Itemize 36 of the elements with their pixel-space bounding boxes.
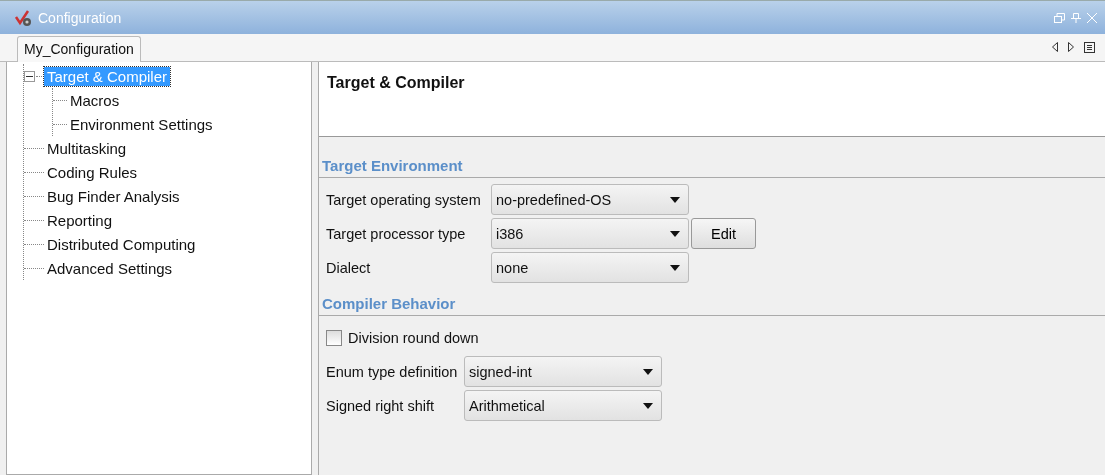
edit-button[interactable]: Edit bbox=[691, 218, 756, 249]
section-heading: Target Environment bbox=[322, 157, 463, 174]
tree-item[interactable]: Reporting bbox=[44, 210, 116, 230]
left-arrow-icon[interactable] bbox=[1052, 42, 1058, 52]
tab[interactable]: My_Configuration bbox=[17, 36, 141, 62]
right-arrow-icon[interactable] bbox=[1068, 42, 1074, 52]
caret-icon bbox=[643, 402, 653, 409]
dropdown[interactable]: Arithmetical bbox=[464, 390, 662, 421]
dropdown[interactable]: i386 bbox=[491, 218, 689, 249]
field-label: Signed right shift bbox=[326, 397, 435, 414]
section-heading: Compiler Behavior bbox=[322, 295, 456, 312]
caret-icon bbox=[643, 368, 653, 375]
window-title: Configuration bbox=[38, 9, 123, 26]
tree-item[interactable]: Distributed Computing bbox=[44, 234, 199, 254]
tree-item[interactable]: Multitasking bbox=[44, 138, 130, 158]
checkbox[interactable] bbox=[326, 329, 342, 346]
tree-item[interactable]: Advanced Settings bbox=[44, 258, 176, 278]
caret-icon bbox=[670, 196, 680, 203]
app-icon bbox=[14, 8, 32, 27]
dropdown[interactable]: signed-int bbox=[464, 356, 662, 387]
tree-item[interactable]: Bug Finder Analysis bbox=[44, 186, 183, 206]
field-label: Enum type definition bbox=[326, 363, 459, 380]
field-label: Target operating system bbox=[326, 191, 482, 208]
checkbox-label: Division round down bbox=[348, 329, 479, 346]
caret-icon bbox=[670, 264, 680, 271]
caret-icon bbox=[670, 230, 680, 237]
tree-item[interactable]: Macros bbox=[67, 90, 123, 110]
panel-title: Target & Compiler bbox=[327, 74, 465, 91]
field-label: Dialect bbox=[326, 259, 372, 276]
dropdown[interactable]: none bbox=[491, 252, 689, 283]
list-icon[interactable] bbox=[1084, 42, 1095, 53]
field-label: Target processor type bbox=[326, 225, 467, 242]
tree-item[interactable]: Environment Settings bbox=[67, 114, 216, 134]
dropdown[interactable]: no-predefined-OS bbox=[491, 184, 689, 215]
collapse-icon[interactable] bbox=[24, 70, 35, 82]
tree-item[interactable]: Coding Rules bbox=[44, 162, 141, 182]
